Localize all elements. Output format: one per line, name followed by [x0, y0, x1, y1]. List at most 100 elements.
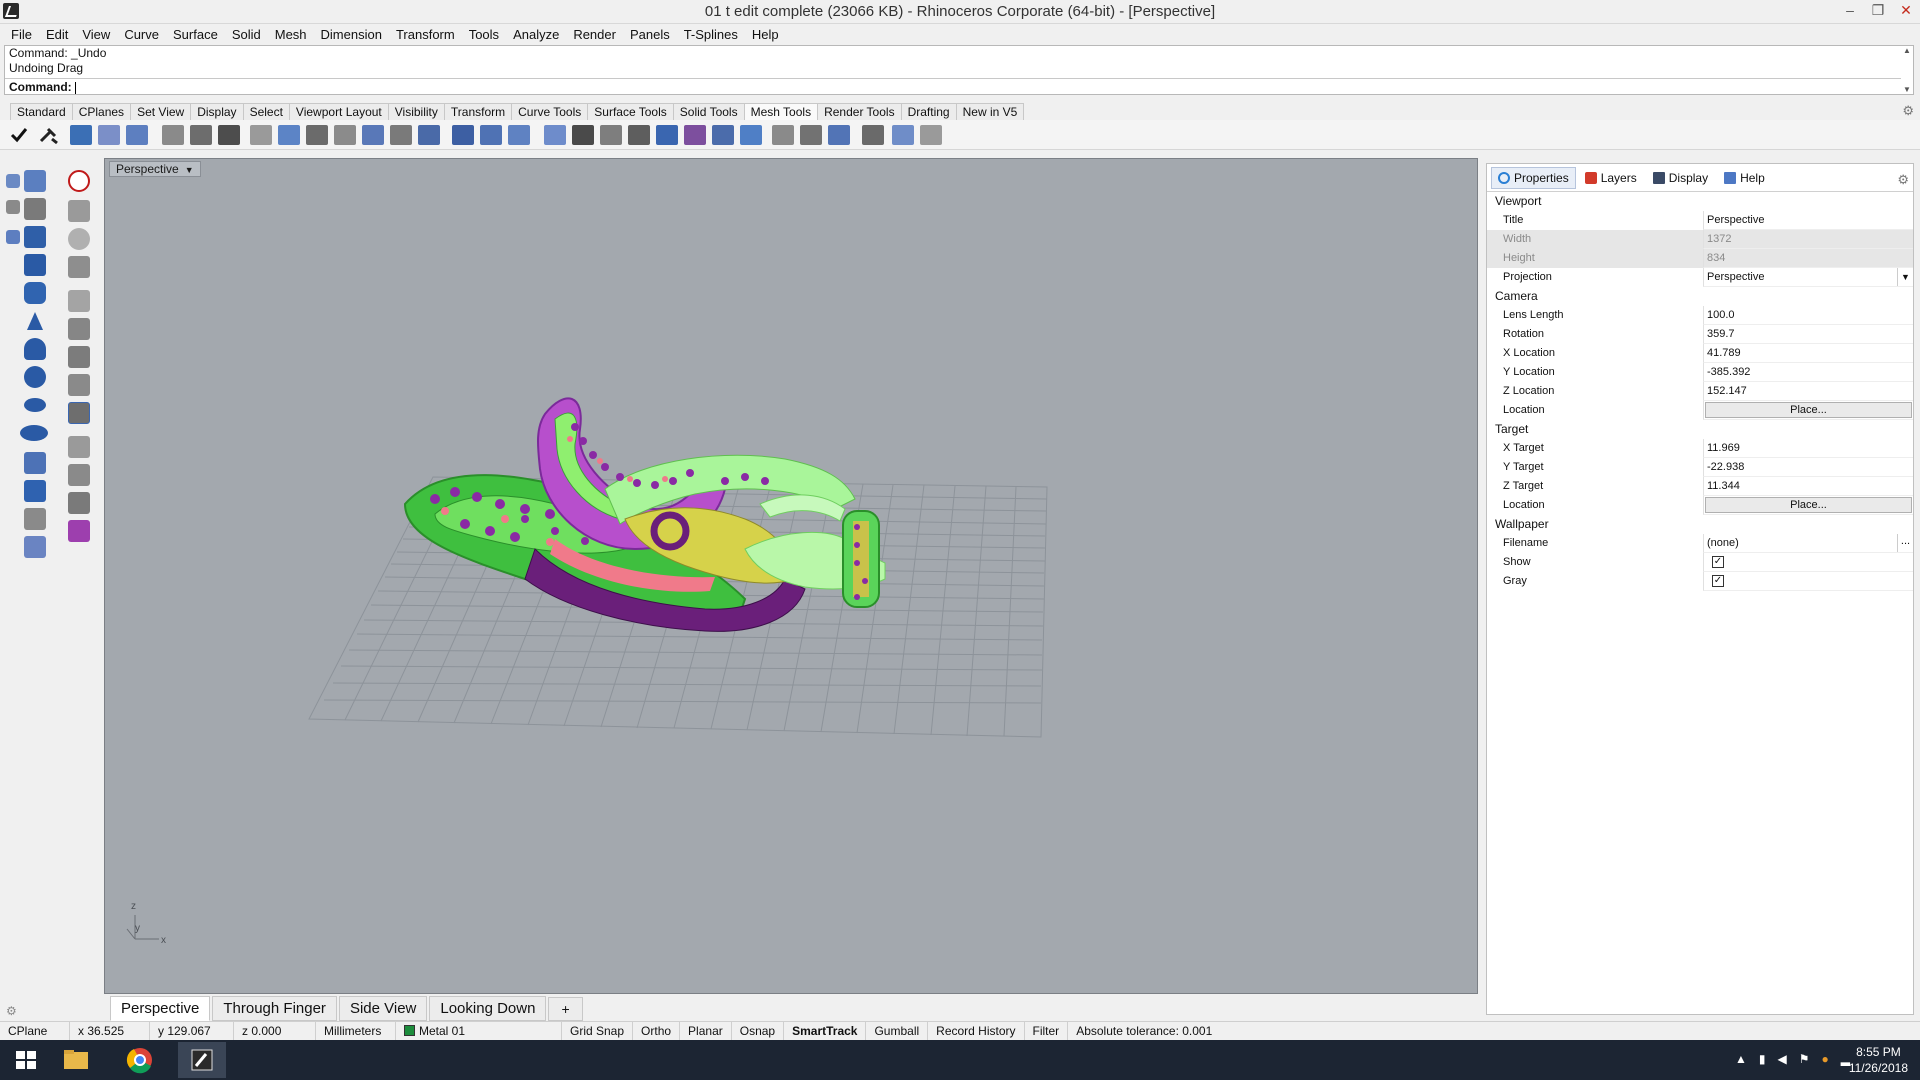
mesh-faces-icon[interactable]	[800, 125, 822, 145]
tab-help[interactable]: Help	[1717, 167, 1772, 189]
filter-toggle[interactable]: Filter	[1025, 1022, 1069, 1040]
view-cube-top-icon[interactable]	[68, 318, 90, 340]
truncated-cone-icon[interactable]	[24, 338, 46, 360]
current-layer[interactable]: Metal 01	[396, 1022, 562, 1040]
show-checkbox[interactable]: ✓	[1712, 556, 1724, 568]
panel-gear-icon[interactable]: ⚙	[1897, 172, 1909, 188]
rhino-taskbar-icon[interactable]	[178, 1042, 226, 1078]
tab-cplanes[interactable]: CPlanes	[71, 103, 132, 120]
view-cube-perspective-icon[interactable]	[68, 402, 90, 424]
mesh-boolean-union-icon[interactable]	[452, 125, 474, 145]
power-toggle-icon[interactable]	[68, 170, 90, 192]
split-mesh-icon[interactable]	[362, 125, 384, 145]
camera-place-button[interactable]: Place...	[1705, 402, 1912, 418]
viewport-title[interactable]: Perspective ▼	[109, 161, 201, 177]
tab-standard[interactable]: Standard	[10, 103, 73, 120]
tab-transform[interactable]: Transform	[443, 103, 513, 120]
smarttrack-toggle[interactable]: SmartTrack	[784, 1022, 867, 1040]
extract-mesh-icon[interactable]	[390, 125, 412, 145]
sphere-icon[interactable]	[24, 366, 46, 388]
maximize-button[interactable]: ❐	[1864, 0, 1892, 22]
tab-set-view[interactable]: Set View	[130, 103, 192, 120]
mesh-from-nurbs-icon[interactable]	[70, 125, 92, 145]
gray-checkbox[interactable]: ✓	[1712, 575, 1724, 587]
tab-new-in-v5[interactable]: New in V5	[955, 103, 1025, 120]
file-explorer-icon[interactable]	[54, 1042, 98, 1078]
cone-icon[interactable]	[24, 310, 46, 332]
align-normals-icon[interactable]	[218, 125, 240, 145]
volume-icon[interactable]: ◀	[1778, 1052, 1787, 1066]
axes-icon[interactable]	[68, 256, 90, 278]
browse-button[interactable]: ...	[1897, 534, 1913, 552]
network-icon[interactable]: ▮	[1759, 1052, 1766, 1066]
y-location-field[interactable]: -385.392	[1703, 363, 1913, 382]
mesh-plane-icon[interactable]	[126, 125, 148, 145]
perspective-viewport[interactable]: z x y Perspective ▼	[104, 158, 1478, 994]
y-target-field[interactable]: -22.938	[1703, 458, 1913, 477]
settings-gear-icon[interactable]: ⚙	[6, 1004, 17, 1018]
mesh-offset-icon[interactable]	[544, 125, 566, 145]
rotation-field[interactable]: 359.7	[1703, 325, 1913, 344]
command-scrollbar[interactable]: ▲ ▼	[1901, 46, 1913, 94]
triangulate-mesh-icon[interactable]	[418, 125, 440, 145]
menu-transform[interactable]: Transform	[389, 27, 462, 42]
show-hidden-icons-icon[interactable]: ▲	[1735, 1052, 1747, 1066]
menu-edit[interactable]: Edit	[39, 27, 75, 42]
antivirus-icon[interactable]: ●	[1822, 1052, 1829, 1066]
fill-mesh-hole-icon[interactable]	[250, 125, 272, 145]
menu-file[interactable]: File	[4, 27, 39, 42]
x-target-field[interactable]: 11.969	[1703, 439, 1913, 458]
units-indicator[interactable]: Millimeters	[316, 1022, 396, 1040]
surface-edge-icon[interactable]	[24, 198, 46, 220]
mesh-split-icon[interactable]	[628, 125, 650, 145]
pan-icon[interactable]	[68, 436, 90, 458]
menu-mesh[interactable]: Mesh	[268, 27, 314, 42]
tab-solid-tools[interactable]: Solid Tools	[672, 103, 745, 120]
minimize-button[interactable]: –	[1836, 0, 1864, 22]
gumball-toggle[interactable]: Gumball	[866, 1022, 929, 1040]
taskbar-clock[interactable]: 8:55 PM 11/26/2018	[1849, 1044, 1908, 1076]
mesh-box-icon[interactable]	[98, 125, 120, 145]
record-history-toggle[interactable]: Record History	[928, 1022, 1025, 1040]
menu-view[interactable]: View	[75, 27, 117, 42]
tab-layers[interactable]: Layers	[1578, 167, 1644, 189]
mesh-count-icon[interactable]	[862, 125, 884, 145]
filename-field[interactable]: (none)...	[1703, 534, 1913, 553]
reduce-mesh-icon[interactable]	[278, 125, 300, 145]
view-cube-right-icon[interactable]	[68, 374, 90, 396]
toolbar-gear-icon[interactable]: ⚙	[1902, 103, 1914, 119]
projection-select[interactable]: Perspective ▼	[1703, 268, 1913, 287]
globe-icon[interactable]	[68, 228, 90, 250]
tab-display-panel[interactable]: Display	[1646, 167, 1715, 189]
z-location-field[interactable]: 152.147	[1703, 382, 1913, 401]
menu-help[interactable]: Help	[745, 27, 786, 42]
collapse-mesh-icon[interactable]	[334, 125, 356, 145]
view-cube-front-icon[interactable]	[68, 346, 90, 368]
tab-properties[interactable]: Properties	[1491, 166, 1576, 189]
text-object-icon[interactable]	[24, 508, 46, 530]
tab-surface-tools[interactable]: Surface Tools	[587, 103, 674, 120]
tab-visibility[interactable]: Visibility	[387, 103, 445, 120]
point-icon[interactable]	[6, 174, 20, 188]
z-target-field[interactable]: 11.344	[1703, 477, 1913, 496]
box-icon[interactable]	[24, 226, 46, 248]
box-3d-icon[interactable]	[24, 254, 46, 276]
menu-curve[interactable]: Curve	[117, 27, 166, 42]
menu-render[interactable]: Render	[566, 27, 623, 42]
menu-surface[interactable]: Surface	[166, 27, 225, 42]
tab-through-finger[interactable]: Through Finger	[212, 996, 337, 1021]
target-place-button[interactable]: Place...	[1705, 497, 1912, 513]
lens-length-field[interactable]: 100.0	[1703, 306, 1913, 325]
ellipsoid-icon[interactable]	[24, 398, 46, 412]
mesh-select-icon[interactable]	[892, 125, 914, 145]
weld-mesh-icon[interactable]	[162, 125, 184, 145]
close-button[interactable]: ✕	[1892, 0, 1920, 22]
menu-dimension[interactable]: Dimension	[314, 27, 389, 42]
tab-display[interactable]: Display	[190, 103, 244, 120]
mesh-explode-icon[interactable]	[920, 125, 942, 145]
tab-render-tools[interactable]: Render Tools	[817, 103, 902, 120]
mesh-grid-icon[interactable]	[772, 125, 794, 145]
mesh-to-nurbs-icon[interactable]	[740, 125, 762, 145]
torus-icon[interactable]	[20, 425, 48, 441]
mesh-trim-icon[interactable]	[600, 125, 622, 145]
